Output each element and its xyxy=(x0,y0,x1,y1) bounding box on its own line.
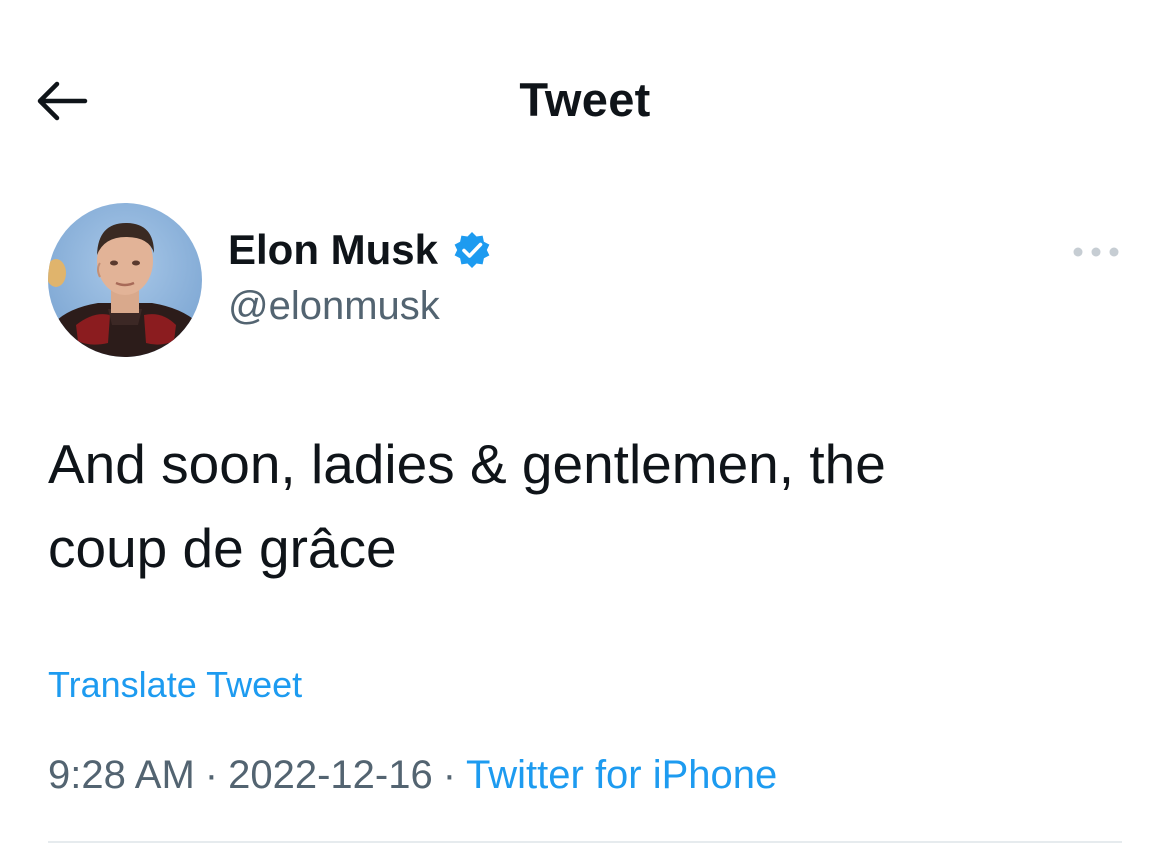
author-handle[interactable]: @elonmusk xyxy=(228,284,440,329)
translate-tweet-link[interactable]: Translate Tweet xyxy=(48,664,302,706)
tweet-meta: 9:28 AM · 2022-12-16 · Twitter for iPhone xyxy=(48,753,777,798)
more-button[interactable] xyxy=(1068,232,1124,272)
page-title: Tweet xyxy=(519,73,651,126)
meta-separator: · xyxy=(442,753,457,797)
author-name: Elon Musk xyxy=(228,226,439,273)
tweet-text: And soon, ladies & gentlemen, the coup d… xyxy=(48,422,1108,590)
avatar[interactable] xyxy=(48,203,202,357)
divider xyxy=(48,841,1122,843)
tweet-source-link[interactable]: Twitter for iPhone xyxy=(466,753,777,797)
tweet-date: 2022-12-16 xyxy=(228,753,433,797)
tweet-text-line: coup de grâce xyxy=(48,517,397,579)
tweet-text-line: And soon, ladies & gentlemen, the xyxy=(48,433,886,495)
author-name-row[interactable]: Elon Musk xyxy=(228,226,492,274)
meta-separator: · xyxy=(204,753,219,797)
more-horizontal-icon xyxy=(1073,247,1119,257)
verified-badge-icon xyxy=(452,230,492,270)
tweet-time: 9:28 AM xyxy=(48,753,195,797)
